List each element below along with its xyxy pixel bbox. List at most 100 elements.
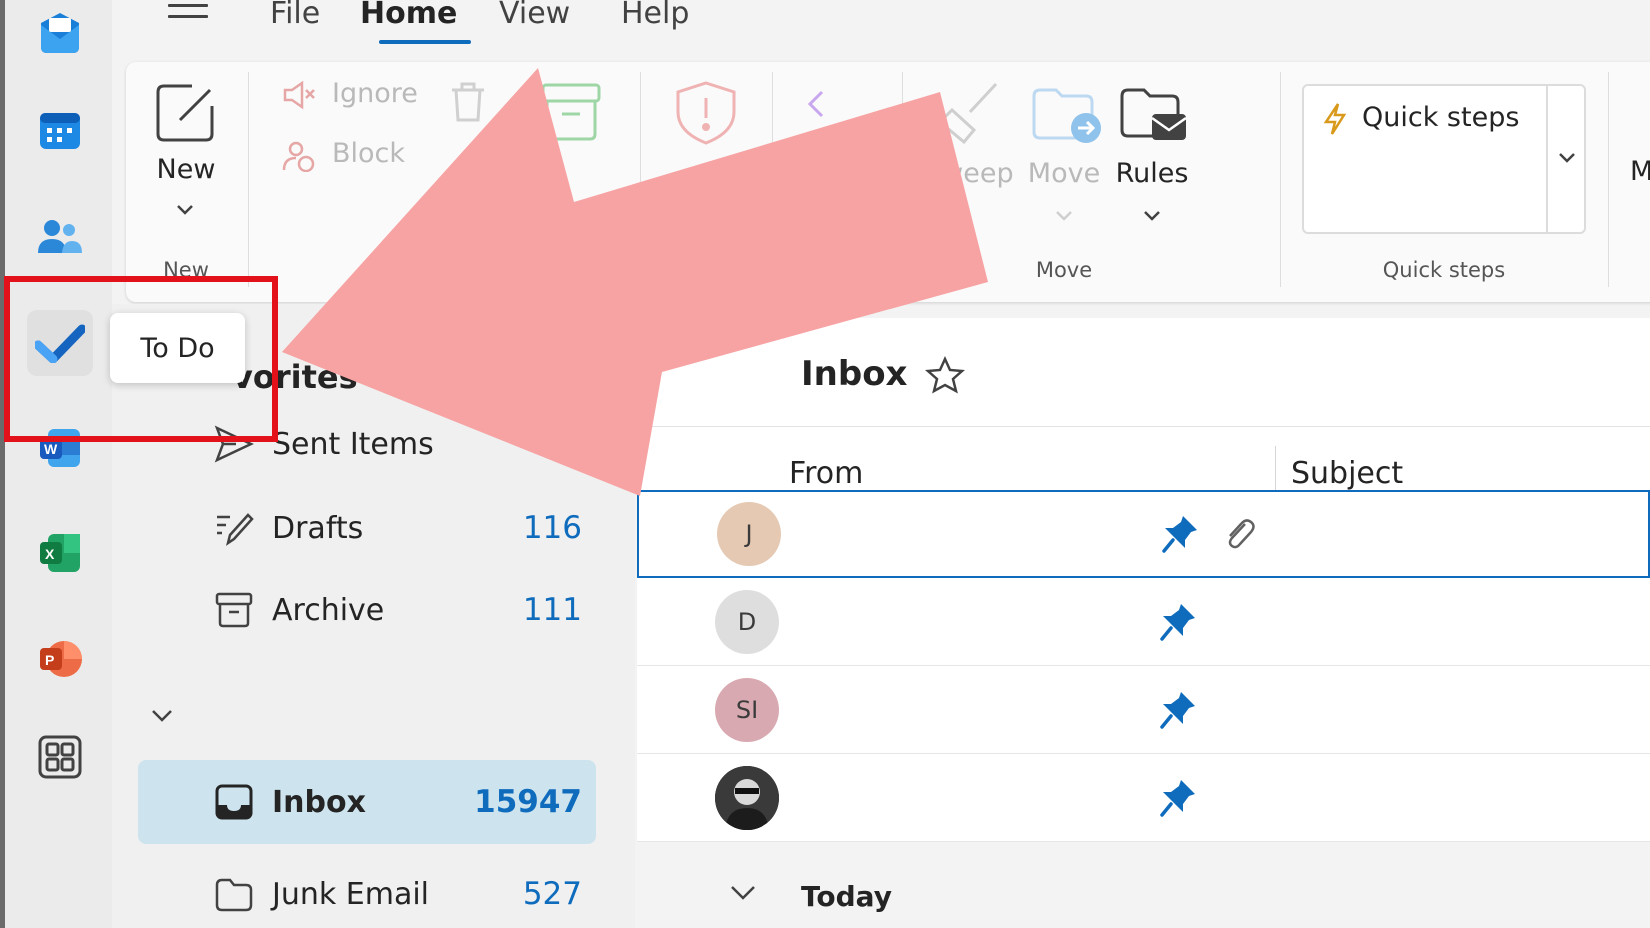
move-folder-icon xyxy=(1032,88,1101,143)
folder-label: Drafts xyxy=(272,510,364,546)
folder-count: 527 xyxy=(522,876,582,912)
group-label-today: Today xyxy=(801,880,892,913)
ribbon-separator xyxy=(772,72,773,287)
pin-icon[interactable] xyxy=(1159,778,1197,818)
avatar: SI xyxy=(715,678,779,742)
group-header-today[interactable]: Today xyxy=(637,842,1650,928)
ignore-button[interactable]: Ignore xyxy=(282,76,422,116)
account-collapse-chevron-icon[interactable] xyxy=(150,708,174,724)
block-icon xyxy=(282,141,315,172)
report-icon[interactable] xyxy=(674,80,738,146)
mail-app-icon[interactable] xyxy=(27,0,93,66)
group-label-quick-steps: Quick steps xyxy=(1382,258,1506,282)
quick-steps-divider xyxy=(1546,86,1548,232)
chevron-down-icon xyxy=(1144,211,1160,221)
quick-steps-expand-icon[interactable] xyxy=(1558,152,1576,164)
pin-icon[interactable] xyxy=(1159,690,1197,730)
svg-text:X: X xyxy=(45,546,55,562)
folder-label: Archive xyxy=(272,592,385,628)
move-label: Move xyxy=(1027,158,1101,189)
svg-text:W: W xyxy=(44,441,58,457)
block-label: Block xyxy=(332,138,406,169)
sweep-icon xyxy=(937,82,998,145)
avatar: D xyxy=(715,590,779,654)
column-separator[interactable] xyxy=(1275,446,1276,490)
powerpoint-app-icon[interactable]: P xyxy=(27,626,93,692)
ignore-icon xyxy=(283,80,315,110)
excel-app-icon[interactable]: X xyxy=(27,520,93,586)
menu-bar: File Home View Help xyxy=(112,0,1650,58)
message-row[interactable]: J xyxy=(637,490,1650,578)
folder-count: 2 xyxy=(562,426,582,462)
drafts-icon xyxy=(217,513,254,546)
new-label: New xyxy=(156,154,216,185)
sweep-label: Sweep xyxy=(924,158,1014,189)
folder-label: Junk Email xyxy=(272,876,430,912)
star-icon[interactable] xyxy=(925,356,965,394)
menu-help[interactable]: Help xyxy=(621,0,689,31)
pin-icon[interactable] xyxy=(1159,602,1197,642)
ribbon-separator xyxy=(1608,72,1609,287)
menu-home[interactable]: Home xyxy=(360,0,457,31)
folder-count: 111 xyxy=(522,592,582,628)
move-button[interactable]: Move xyxy=(1022,76,1106,246)
svg-text:P: P xyxy=(45,652,54,668)
folder-junk-email[interactable]: Junk Email 527 xyxy=(138,852,596,928)
more-apps-icon[interactable] xyxy=(27,724,93,790)
attachment-icon xyxy=(1228,519,1255,549)
annotation-highlight-box xyxy=(4,276,278,442)
quick-steps-label[interactable]: Quick steps xyxy=(1362,102,1519,133)
group-label-move: Move xyxy=(1035,258,1093,282)
reply-icon[interactable] xyxy=(804,88,834,118)
column-header-subject[interactable]: Subject xyxy=(1291,456,1403,491)
lightning-icon xyxy=(1323,103,1347,135)
archive-folder-icon xyxy=(215,592,253,628)
calendar-app-icon[interactable] xyxy=(27,98,93,164)
folder-drafts[interactable]: Drafts 116 xyxy=(138,486,596,570)
ribbon-separator xyxy=(902,72,903,287)
avatar-photo xyxy=(715,766,779,830)
message-list: Inbox From Subject J D SI Today xyxy=(637,318,1650,928)
sweep-button[interactable]: Sweep xyxy=(924,76,1014,216)
block-button[interactable]: Block xyxy=(282,136,432,176)
column-header-from[interactable]: From xyxy=(789,456,863,491)
header-divider xyxy=(637,426,1650,427)
hamburger-menu-icon[interactable] xyxy=(168,4,208,34)
message-row[interactable]: SI xyxy=(637,666,1650,754)
folder-archive[interactable]: Archive 111 xyxy=(138,568,596,652)
app-rail: W X P xyxy=(0,0,112,928)
menu-file[interactable]: File xyxy=(270,0,320,31)
ribbon-partial-label: M xyxy=(1630,156,1650,187)
rules-button[interactable]: Rules xyxy=(1110,76,1194,246)
folder-count: 15947 xyxy=(474,784,582,820)
message-row[interactable] xyxy=(637,754,1650,842)
menu-view[interactable]: View xyxy=(499,0,570,31)
compose-icon xyxy=(156,84,214,142)
folder-inbox[interactable]: Inbox 15947 xyxy=(138,760,596,844)
chevron-down-icon xyxy=(177,205,193,215)
avatar-photo-icon xyxy=(715,766,779,830)
ribbon-separator xyxy=(1280,72,1281,287)
new-mail-button[interactable]: New xyxy=(146,76,226,236)
chevron-down-icon xyxy=(1056,211,1072,221)
folder-label: Inbox xyxy=(272,784,366,820)
ribbon: New New Ignore Block Sweep Move Rules Mo… xyxy=(126,62,1650,302)
delete-icon[interactable] xyxy=(448,80,488,124)
archive-icon[interactable] xyxy=(540,82,602,142)
rules-icon xyxy=(1120,88,1187,140)
chevron-down-icon xyxy=(731,886,755,900)
inbox-icon xyxy=(215,784,253,820)
ribbon-separator xyxy=(248,72,249,287)
folder-icon xyxy=(215,878,253,912)
message-row[interactable]: D xyxy=(637,578,1650,666)
avatar: J xyxy=(717,502,781,566)
folder-label: Sent Items xyxy=(272,426,434,462)
outlook-window: W X P File Home View Help New New Ignore… xyxy=(0,0,1650,928)
rules-label: Rules xyxy=(1115,158,1189,189)
people-app-icon[interactable] xyxy=(27,204,93,270)
inbox-title: Inbox xyxy=(801,354,908,394)
ignore-label: Ignore xyxy=(332,78,418,109)
folder-count: 116 xyxy=(522,510,582,546)
ribbon-separator xyxy=(640,72,641,287)
pin-icon[interactable] xyxy=(1161,514,1199,554)
